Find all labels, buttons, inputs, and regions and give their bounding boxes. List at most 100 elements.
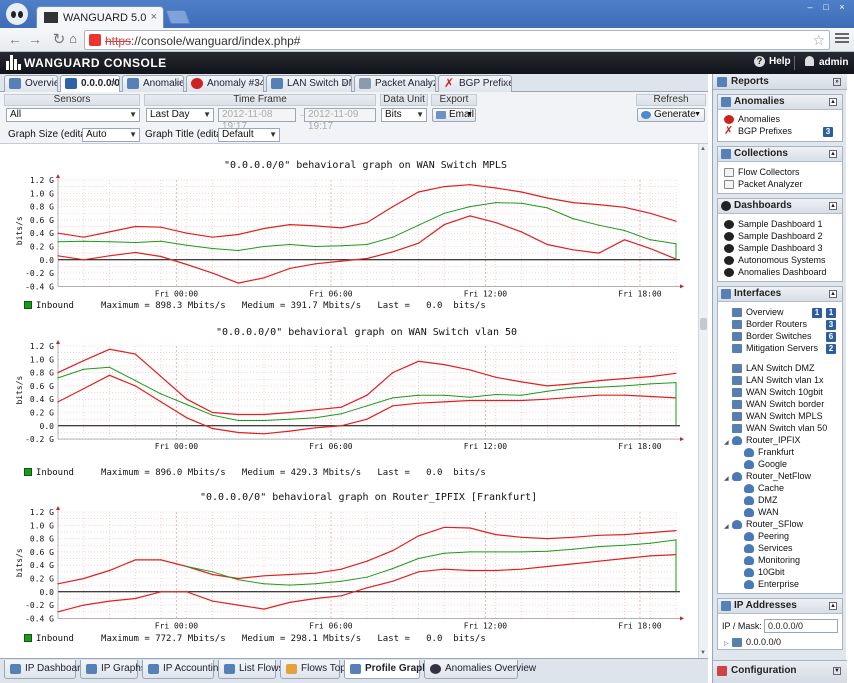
router-node[interactable]: Router_SFlow <box>732 519 803 530</box>
router-interface[interactable]: Enterprise <box>744 579 799 590</box>
forward-arrow-icon[interactable]: → <box>26 31 44 47</box>
new-tab-button[interactable] <box>165 10 191 24</box>
report-item-flow-collectors[interactable]: Flow Collectors <box>724 167 800 178</box>
interface-item[interactable]: LAN Switch vlan 1x <box>732 375 824 386</box>
router-interface[interactable]: Services <box>744 543 793 554</box>
date-to-field[interactable]: 2012-11-09 19:17 <box>304 108 376 132</box>
interface-item[interactable]: LAN Switch DMZ <box>732 363 815 374</box>
interface-group-overview[interactable]: Overview <box>732 307 784 318</box>
timeframe-select[interactable]: Last Day ▼ <box>146 108 214 122</box>
help-link[interactable]: ? Help <box>754 56 791 67</box>
window-maximize-button[interactable]: □ <box>820 2 832 12</box>
graph-scrollbar[interactable]: ▲ ▼ <box>698 144 708 658</box>
data-unit-select[interactable]: Bits ▼ <box>381 108 427 122</box>
user-menu[interactable]: admin <box>805 56 848 68</box>
tab-overview[interactable]: Overview <box>4 75 58 92</box>
bookmark-star-icon[interactable]: ☆ <box>812 32 825 49</box>
address-bar[interactable]: https://console/wanguard/index.php# ☆ <box>84 30 830 50</box>
count-badge: 1 <box>826 308 836 318</box>
tab-close-icon[interactable]: × <box>255 76 260 91</box>
anomalies-panel-header[interactable]: Anomalies ▲ <box>718 95 842 110</box>
tab-close-icon[interactable]: × <box>427 76 432 91</box>
home-icon[interactable]: ⌂ <box>64 31 82 46</box>
tree-collapse-icon[interactable]: ◢ <box>724 523 729 530</box>
tab-profile-graphs[interactable]: Profile Graphs <box>344 660 434 679</box>
scrollbar-thumb[interactable] <box>700 318 707 330</box>
browser-menu-icon[interactable] <box>834 31 850 47</box>
tree-expand-icon[interactable]: ▷ <box>724 640 729 647</box>
dashboard-item[interactable]: Sample Dashboard 2 <box>724 231 823 242</box>
router-interface[interactable]: Cache <box>744 483 784 494</box>
email-export-button[interactable]: Email ▼ <box>432 108 476 122</box>
tab-flows-top[interactable]: Flows Top <box>280 660 346 679</box>
interface-item[interactable]: WAN Switch 10gbit <box>732 387 823 398</box>
dashboards-panel-header[interactable]: Dashboards ▲ <box>718 199 842 214</box>
tree-collapse-icon[interactable]: ◢ <box>724 439 729 446</box>
tab-list-flows[interactable]: List Flows <box>218 660 283 679</box>
collapse-icon[interactable]: ▲ <box>829 150 837 158</box>
window-close-button[interactable]: × <box>836 2 848 12</box>
collapse-icon[interactable]: ▲ <box>829 602 837 610</box>
scroll-up-icon[interactable]: ▲ <box>700 146 706 152</box>
tab-ip-dashboard[interactable]: IP Dashboard <box>4 660 86 679</box>
interface-group-border-routers[interactable]: Border Routers <box>732 319 807 330</box>
ip-mask-input[interactable]: 0.0.0.0/0 <box>764 619 838 633</box>
tab-ip-accounting[interactable]: IP Accounting <box>142 660 224 679</box>
generate-button[interactable]: Generate ▼ <box>637 108 705 122</box>
report-item-anomalies[interactable]: Anomalies <box>724 114 780 125</box>
configuration-header[interactable]: Configuration ▼ <box>713 660 847 683</box>
dashboard-item[interactable]: Sample Dashboard 3 <box>724 243 823 254</box>
ip-tree-item[interactable]: 0.0.0.0/0 <box>732 637 781 648</box>
date-from-field[interactable]: 2012-11-08 19:17 <box>218 108 296 132</box>
interface-group-border-switches[interactable]: Border Switches <box>732 331 812 342</box>
collapse-icon[interactable]: ▲ <box>829 202 837 210</box>
interface-item[interactable]: WAN Switch border <box>732 399 824 410</box>
router-interface[interactable]: Google <box>744 459 787 470</box>
tab-anomaly-3498[interactable]: Anomaly #3498× <box>186 75 264 92</box>
router-node[interactable]: Router_IPFIX <box>732 435 801 446</box>
tab-close-icon[interactable]: × <box>175 76 180 91</box>
ip-addresses-panel-header[interactable]: IP Addresses ▲ <box>718 599 842 614</box>
graph-title-select[interactable]: Default ▼ <box>218 128 280 142</box>
tab-bgp-prefixes[interactable]: ✗BGP Prefixes× <box>438 75 512 92</box>
back-arrow-icon[interactable]: ← <box>6 31 24 47</box>
router-interface[interactable]: WAN <box>744 507 779 518</box>
tab-close-icon[interactable]: × <box>503 76 508 91</box>
sensors-select[interactable]: All ▼ <box>6 108 140 122</box>
tab-close-icon[interactable]: × <box>343 76 348 91</box>
interface-item[interactable]: WAN Switch vlan 50 <box>732 423 827 434</box>
tab-ip-graphs[interactable]: IP Graphs <box>80 660 146 679</box>
router-node[interactable]: Router_NetFlow <box>732 471 811 482</box>
report-item-packet-analyzer[interactable]: Packet Analyzer <box>724 179 803 190</box>
dashboard-item[interactable]: Autonomous Systems <box>724 255 826 266</box>
router-interface[interactable]: Peering <box>744 531 789 542</box>
browser-tab[interactable]: WANGUARD 5.0 × <box>36 6 164 28</box>
expand-icon[interactable]: ▼ <box>833 667 841 675</box>
dashboard-item[interactable]: Sample Dashboard 1 <box>724 219 823 230</box>
interfaces-panel-header[interactable]: Interfaces ▲ <box>718 287 842 302</box>
scroll-down-icon[interactable]: ▼ <box>700 650 706 656</box>
tab-packet-analyzer[interactable]: Packet Analyzer× <box>354 75 436 92</box>
tab-close-icon[interactable]: × <box>111 76 116 91</box>
tab-anomalies-overview[interactable]: Anomalies Overview <box>424 660 536 679</box>
collections-panel-header[interactable]: Collections ▲ <box>718 147 842 162</box>
graph-size-select[interactable]: Auto ▼ <box>82 128 140 142</box>
interface-item[interactable]: WAN Switch MPLS <box>732 411 823 422</box>
dashboard-item[interactable]: Anomalies Dashboard <box>724 267 827 278</box>
tab-lan-switch-dmz[interactable]: LAN Switch DMZ× <box>266 75 352 92</box>
router-interface[interactable]: 10Gbit <box>744 567 785 578</box>
router-interface[interactable]: DMZ <box>744 495 778 506</box>
window-minimize-button[interactable]: – <box>804 2 816 12</box>
tab-ip-prefix[interactable]: 0.0.0.0/0 × <box>60 75 120 93</box>
tree-collapse-icon[interactable]: ◢ <box>724 475 729 482</box>
router-interface[interactable]: Monitoring <box>744 555 800 566</box>
interface-group-mitigation-servers[interactable]: Mitigation Servers <box>732 343 818 354</box>
collapse-icon[interactable]: ▲ <box>829 290 837 298</box>
collapse-icon[interactable]: ▲ <box>829 98 837 106</box>
collapse-icon[interactable]: » <box>833 78 841 86</box>
behavioral-chart-mpls: 1.2 G 1.0 G 0.8 G 0.6 G 0.4 G 0.2 G 0.0 -0.2 G -… <box>15 174 684 298</box>
tab-close-icon[interactable]: × <box>151 11 157 23</box>
tab-anomalies[interactable]: Anomalies× <box>122 75 184 92</box>
report-item-bgp-prefixes[interactable]: ✗ BGP Prefixes <box>724 126 792 137</box>
router-interface[interactable]: Frankfurt <box>744 447 794 458</box>
